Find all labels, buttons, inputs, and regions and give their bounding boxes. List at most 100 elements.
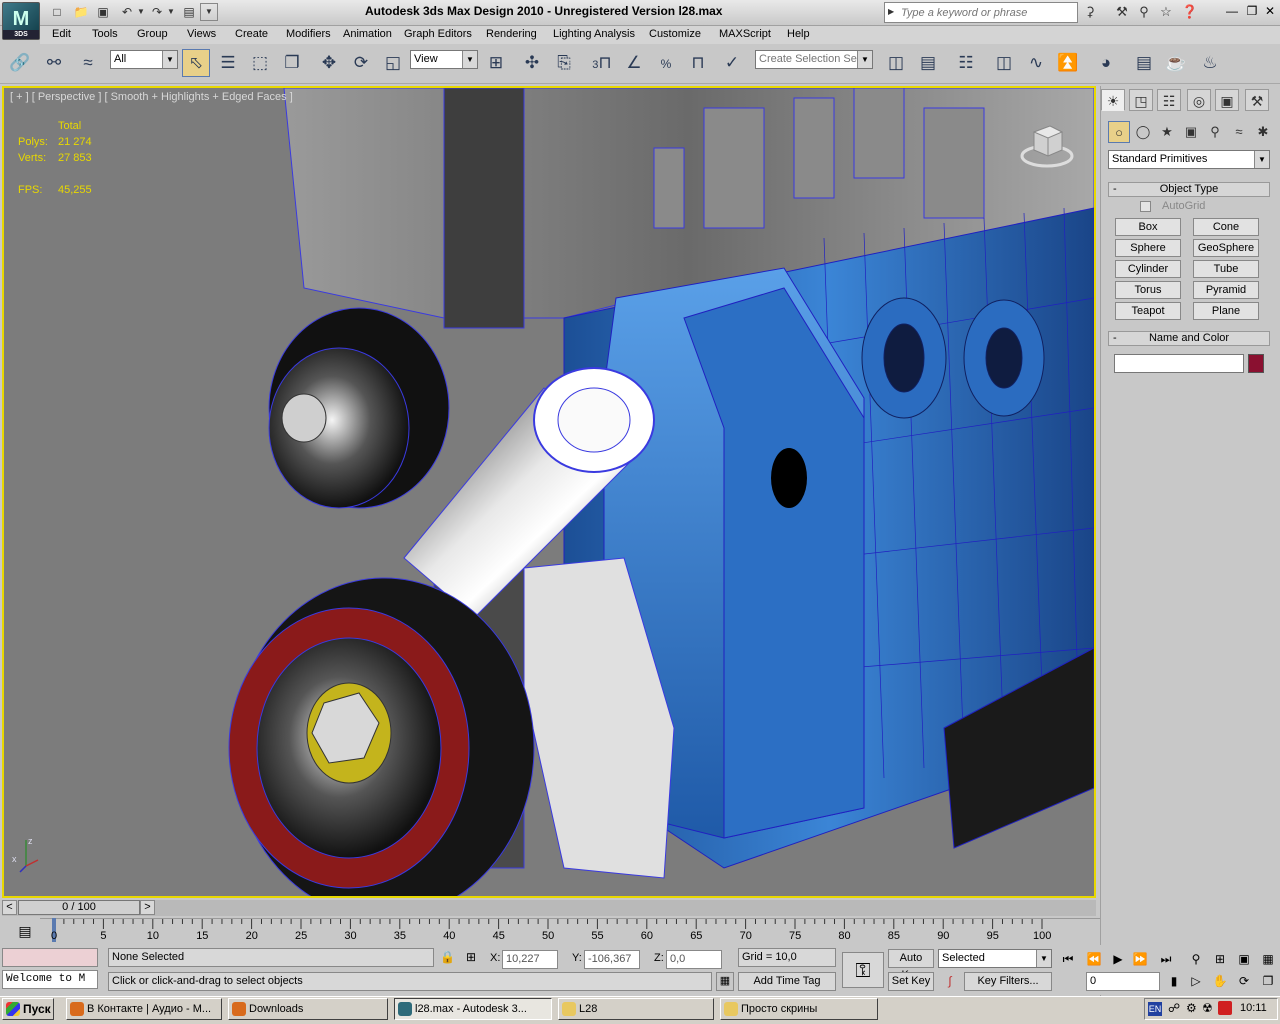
select-by-name-icon[interactable]: ☰ (214, 49, 242, 77)
go-to-end-icon[interactable]: ⏭ (1156, 950, 1176, 968)
tray-app-icon[interactable] (1218, 1001, 1232, 1015)
subscription-center-icon[interactable]: ⚒ (1112, 3, 1132, 22)
maxscript-listener-input[interactable]: Welcome to M (2, 970, 98, 989)
minimize-icon[interactable]: — (1224, 3, 1240, 19)
menu-animation[interactable]: Animation (343, 28, 392, 40)
task-folder-l28[interactable]: L28 (558, 998, 714, 1020)
tray-settings-icon[interactable]: ⚙ (1186, 1001, 1197, 1015)
create-tab-icon[interactable]: ☀ (1101, 89, 1125, 111)
teapot-render-icon[interactable]: ♨ (1196, 49, 1224, 77)
snaps-toggle-icon[interactable]: 3⊓ (588, 49, 616, 77)
time-slider-thumb[interactable]: 0 / 100 (18, 900, 140, 915)
play-icon[interactable]: ▶ (1108, 950, 1128, 968)
menu-rendering[interactable]: Rendering (486, 28, 537, 40)
task-downloads[interactable]: Downloads (228, 998, 388, 1020)
current-frame-field[interactable]: 0 (1086, 972, 1160, 991)
menu-modifiers[interactable]: Modifiers (286, 28, 331, 40)
teapot-button[interactable]: Teapot (1115, 302, 1181, 320)
help-icon[interactable]: ❓ (1180, 3, 1200, 22)
z-coord-field[interactable]: 0,0 (666, 950, 722, 969)
systems-icon[interactable]: ✱ (1252, 121, 1274, 143)
menu-graph-editors[interactable]: Graph Editors (404, 28, 472, 40)
search-input[interactable] (885, 3, 1077, 22)
favorites-star-icon[interactable]: ☆ (1156, 3, 1176, 22)
cameras-icon[interactable]: ▣ (1180, 121, 1202, 143)
pivot-center-icon[interactable]: ⊞ (482, 49, 510, 77)
geosphere-button[interactable]: GeoSphere (1193, 239, 1259, 257)
spinner-snap-icon[interactable]: ⊓ (684, 49, 712, 77)
project-folder-icon[interactable]: ▤ (180, 3, 198, 21)
bind-space-warp-icon[interactable]: ≈ (74, 49, 102, 77)
hierarchy-tab-icon[interactable]: ☷ (1157, 89, 1181, 111)
edit-named-selection-icon[interactable]: ✓ (718, 49, 746, 77)
task-3dsmax[interactable]: l28.max - Autodesk 3... (394, 998, 552, 1020)
next-frame-arrow-icon[interactable]: > (140, 900, 155, 915)
space-warps-icon[interactable]: ≈ (1228, 121, 1250, 143)
field-of-view-icon[interactable]: ▷ (1186, 972, 1206, 990)
orbit-icon[interactable]: ⟳ (1234, 972, 1254, 990)
key-mode-toggle-icon[interactable]: ▮ (1164, 972, 1184, 990)
tray-antivirus-icon[interactable]: ☢ (1202, 1001, 1213, 1015)
geometry-icon[interactable]: ○ (1108, 121, 1130, 143)
previous-frame-icon[interactable]: ⏪ (1084, 950, 1104, 968)
menu-views[interactable]: Views (187, 28, 216, 40)
select-and-rotate-icon[interactable]: ⟳ (347, 49, 375, 77)
keyboard-shortcut-override-icon[interactable]: ⎘ (550, 49, 578, 77)
autogrid-checkbox[interactable] (1140, 201, 1151, 212)
communication-center-icon[interactable]: ⚲ (1134, 3, 1154, 22)
menu-create[interactable]: Create (235, 28, 268, 40)
select-object-icon[interactable]: ⬁ (182, 49, 210, 77)
motion-tab-icon[interactable]: ◎ (1187, 89, 1211, 111)
viewport-label[interactable]: [ + ] [ Perspective ] [ Smooth + Highlig… (10, 91, 293, 103)
absolute-mode-icon[interactable]: ⊞ (466, 950, 476, 964)
menu-tools[interactable]: Tools (92, 28, 118, 40)
viewcube-icon[interactable] (1020, 118, 1074, 172)
helpers-icon[interactable]: ⚲ (1204, 121, 1226, 143)
menu-group[interactable]: Group (137, 28, 168, 40)
display-tab-icon[interactable]: ▣ (1215, 89, 1239, 111)
object-name-field[interactable] (1114, 354, 1244, 373)
auto-key-button[interactable]: Auto Key (888, 949, 934, 981)
menu-lighting-analysis[interactable]: Lighting Analysis (553, 28, 635, 40)
zoom-extents-all-icon[interactable]: ▦ (1258, 950, 1278, 968)
layer-manager-icon[interactable]: ☷ (952, 49, 980, 77)
angle-snap-icon[interactable]: ∠ (620, 49, 648, 77)
menu-edit[interactable]: Edit (52, 28, 71, 40)
category-dropdown[interactable]: Standard Primitives ▼ (1108, 150, 1270, 169)
prev-frame-arrow-icon[interactable]: < (2, 900, 17, 915)
zoom-icon[interactable]: ⚲ (1186, 950, 1206, 968)
torus-button[interactable]: Torus (1115, 281, 1181, 299)
tray-network-icon[interactable]: ☍ (1168, 1001, 1180, 1015)
window-crossing-icon[interactable]: ❐ (278, 49, 306, 77)
shapes-icon[interactable]: ◯ (1132, 121, 1154, 143)
key-filters-button[interactable]: Key Filters... (964, 972, 1052, 991)
start-button[interactable]: Пуск (2, 998, 54, 1020)
material-editor-icon[interactable]: ⏫ (1054, 49, 1082, 77)
selection-filter-dropdown[interactable]: All ▼ (110, 50, 178, 69)
perspective-viewport[interactable]: [ + ] [ Perspective ] [ Smooth + Highlig… (2, 86, 1096, 898)
close-icon[interactable]: ✕ (1262, 3, 1278, 19)
zoom-extents-icon[interactable]: ▣ (1234, 950, 1254, 968)
modify-tab-icon[interactable]: ◳ (1129, 89, 1153, 111)
redo-dropdown-icon[interactable]: ▼ (162, 3, 180, 21)
y-coord-field[interactable]: -106,367 (584, 950, 640, 969)
application-button[interactable]: M 3DS (2, 2, 40, 40)
search-expand-icon[interactable]: ▶ (888, 7, 894, 16)
maximize-viewport-icon[interactable]: ❐ (1258, 972, 1278, 990)
language-indicator[interactable]: EN (1148, 1002, 1162, 1016)
lights-icon[interactable]: ★ (1156, 121, 1178, 143)
utilities-tab-icon[interactable]: ⚒ (1245, 89, 1269, 111)
zoom-all-icon[interactable]: ⊞ (1210, 950, 1230, 968)
schematic-view-icon[interactable]: ∿ (1022, 49, 1050, 77)
restore-icon[interactable]: ❐ (1244, 3, 1260, 19)
next-frame-icon[interactable]: ⏩ (1130, 950, 1150, 968)
box-button[interactable]: Box (1115, 218, 1181, 236)
object-type-rollout[interactable]: - Object Type (1108, 182, 1270, 197)
pyramid-button[interactable]: Pyramid (1193, 281, 1259, 299)
curve-editor-icon[interactable]: ◫ (990, 49, 1018, 77)
rectangular-selection-icon[interactable]: ⬚ (246, 49, 274, 77)
align-icon[interactable]: ▤ (914, 49, 942, 77)
add-time-tag-button[interactable]: Add Time Tag (738, 972, 836, 991)
save-file-icon[interactable]: ▣ (94, 3, 112, 21)
key-mode-dropdown[interactable]: Selected ▼ (938, 949, 1052, 968)
